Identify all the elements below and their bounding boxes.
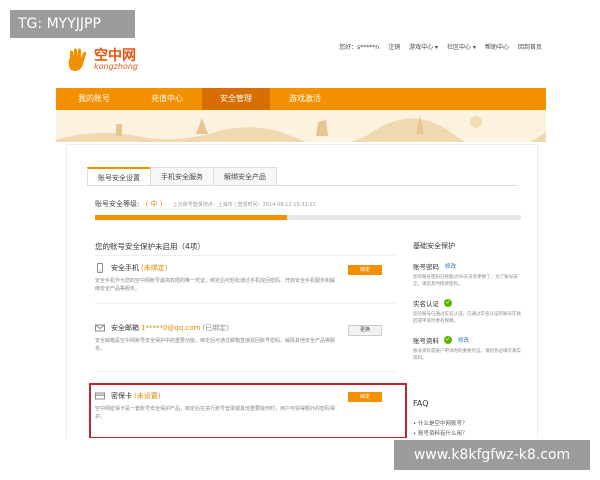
hand-logo-icon	[68, 48, 87, 71]
faq-item[interactable]: • 什么是空中网账号？	[413, 419, 468, 429]
logout-link[interactable]: 注销	[388, 42, 400, 51]
modify-profile-link[interactable]: 修改	[458, 336, 469, 344]
security-level-value: ( 中 )	[145, 200, 163, 208]
side-item-name: 账号资料	[413, 337, 439, 345]
check-icon: ✓	[444, 299, 452, 307]
security-progress-fill	[95, 215, 287, 220]
subtab-unbind-products[interactable]: 解绑安全产品	[213, 167, 277, 186]
community-menu[interactable]: 社区中心 ▾	[447, 42, 476, 51]
user-greeting: 您好：s*****n	[339, 44, 380, 51]
top-navigation: 您好：s*****n 注销 游戏中心 ▾ 社区中心 ▾ 帮助中心 回到首页	[339, 42, 542, 51]
item-status: (未绑定)	[141, 264, 168, 272]
faq-list: • 什么是空中网账号？ • 账号资料有什么用？	[413, 419, 468, 438]
sub-tabs: 账号安全设置 手机安全服务 解绑安全产品	[87, 167, 277, 186]
item-email: 1*****0@qq.com	[141, 324, 201, 332]
item-divider	[95, 303, 395, 304]
nav-tab-recharge[interactable]: 充值中心	[132, 88, 202, 110]
side-item-desc: 您的账号密码已经超过90天没有更换了，为了账号安全，请您及时修改密码。	[413, 275, 518, 287]
faq-item[interactable]: • 账号资料有什么用？	[413, 429, 468, 438]
item-description: 安全邮箱是空中网账号安全保护中的重要功能，绑定后可通过邮箱直接找回账号密码，解除…	[95, 338, 336, 352]
subtab-phone-security[interactable]: 手机安全服务	[150, 167, 214, 186]
item-name: 安全手机	[111, 264, 139, 272]
security-level-label: 账号安全等级:	[95, 200, 140, 208]
logo-en-text: kongzhong	[94, 62, 138, 71]
modify-password-link[interactable]: 修改	[445, 262, 456, 270]
side-item-password: 账号密码 修改 您的账号密码已经超过90天没有更换了，为了账号安全，请您及时修改…	[413, 261, 523, 288]
site-logo[interactable]: 空中网 kongzhong	[66, 48, 138, 72]
mobile-phone-icon	[97, 263, 103, 273]
item-status: (未设置)	[134, 392, 161, 400]
sidebar-title: 基础安全保护	[413, 242, 455, 250]
side-item-realname: 实名认证 ✓ 您的账号已通过实名认证，已通过实名认证的账号在找回或申诉时更有保障…	[413, 298, 523, 325]
faq-title: FAQ	[413, 399, 429, 408]
last-login-info: 上次账号登录地点：上海市 | 登录时间：2014-08-12 15:31:11	[172, 202, 316, 208]
logo-cn-text: 空中网	[94, 48, 136, 64]
side-item-profile: 账号资料 ✓ 修改 账号资料是账户申诉时的重要凭证，请您务必填写真实资料。	[413, 335, 523, 362]
section-divider	[95, 255, 395, 256]
protection-section-title: 您的账号安全保护未启用（4项）	[95, 242, 205, 251]
nav-tab-game-activation[interactable]: 游戏激活	[270, 88, 340, 110]
item-name: 密保卡	[111, 392, 132, 400]
item-description: 空中网密保卡是一套账号安全保护产品，绑定后在进行账号登录或其他重要操作时，用户可…	[95, 406, 336, 420]
bind-phone-button[interactable]: 绑定	[348, 265, 382, 275]
item-status: (已绑定)	[202, 324, 229, 332]
security-level-row: 账号安全等级: ( 中 ) 上次账号登录地点：上海市 | 登录时间：2014-0…	[95, 199, 316, 209]
help-center-link[interactable]: 帮助中心	[485, 42, 509, 51]
content-panel: 账号安全设置 手机安全服务 解绑安全产品 账号安全等级: ( 中 ) 上次账号登…	[66, 144, 538, 438]
subtab-account-security[interactable]: 账号安全设置	[87, 167, 151, 186]
home-link[interactable]: 回到首页	[518, 42, 542, 51]
card-icon	[95, 392, 105, 400]
side-item-desc: 账号资料是账户申诉时的重要凭证，请您务必填写真实资料。	[413, 349, 521, 361]
main-navigation: 我的账号 充值中心 安全管理 游戏激活	[56, 88, 546, 110]
envelope-icon	[95, 324, 105, 332]
subtabs-divider	[87, 185, 517, 186]
change-email-button[interactable]: 更换	[348, 325, 382, 336]
item-divider	[95, 371, 395, 372]
side-item-name: 实名认证	[413, 300, 439, 308]
basic-protection-sidebar: 基础安全保护 账号密码 修改 您的账号密码已经超过90天没有更换了，为了账号安全…	[413, 241, 523, 372]
nav-tab-my-account[interactable]: 我的账号	[56, 88, 132, 110]
item-name: 安全邮箱	[111, 324, 139, 332]
bind-card-button[interactable]: 绑定	[348, 392, 382, 402]
banner-landscape-icon	[56, 116, 546, 142]
item-description: 安全手机作为您的空中网账号最高权限的唯一凭证，绑定后可轻松通过手机找回密码、开启…	[95, 278, 336, 292]
watermark-top: TG: MYYJJPP	[10, 10, 135, 38]
security-progress-bar	[95, 215, 521, 220]
nav-tab-security[interactable]: 安全管理	[202, 88, 270, 110]
account-security-page: 空中网 kongzhong 您好：s*****n 注销 游戏中心 ▾ 社区中心 …	[56, 38, 546, 438]
watermark-bottom: www.k8kfgfwz-k8.com	[394, 440, 590, 470]
side-item-name: 账号密码	[413, 263, 439, 271]
side-item-desc: 您的账号已通过实名认证，已通过实名认证的账号在找回或申诉时更有保障。	[413, 312, 521, 324]
game-center-menu[interactable]: 游戏中心 ▾	[409, 42, 438, 51]
decorative-banner	[56, 110, 546, 142]
check-icon: ✓	[444, 336, 452, 344]
